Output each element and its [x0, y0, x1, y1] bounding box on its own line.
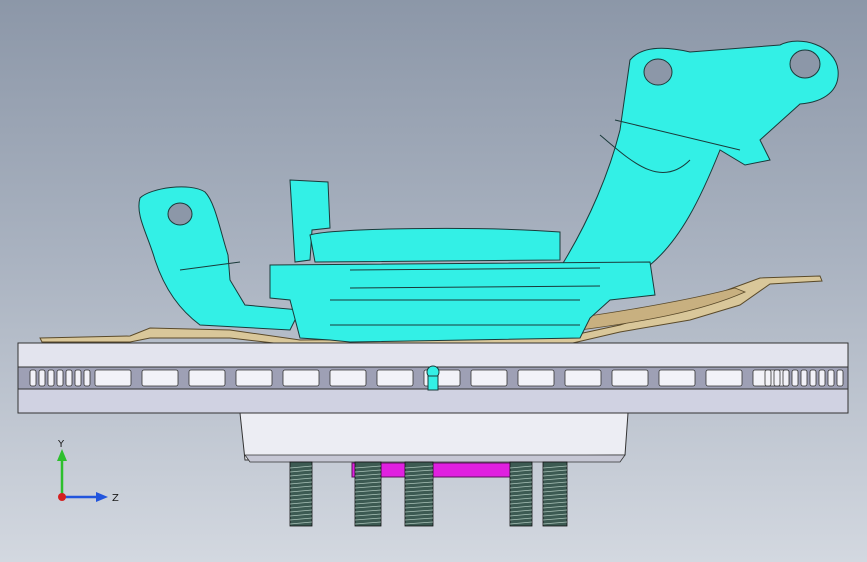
- rotor-vane: [376, 369, 414, 387]
- rotor-vane: [809, 369, 817, 387]
- rotor-vane: [800, 369, 808, 387]
- rotor-vane: [782, 369, 790, 387]
- rotor-vane: [791, 369, 799, 387]
- rotor-vane: [282, 369, 320, 387]
- rotor-vane: [65, 369, 73, 387]
- y-axis-arrow-icon: [57, 449, 67, 461]
- rotor-vane: [141, 369, 179, 387]
- rotor-vane: [517, 369, 555, 387]
- rotor-vane: [818, 369, 826, 387]
- rotor-vane: [836, 369, 844, 387]
- rotor-vane: [658, 369, 696, 387]
- rotor-vane: [773, 369, 781, 387]
- rotor-vane: [74, 369, 82, 387]
- rotor-vane: [564, 369, 602, 387]
- rotor-vane: [83, 369, 91, 387]
- brake-knuckle-assembly-model[interactable]: [0, 0, 867, 562]
- rotor-vane: [56, 369, 64, 387]
- rotor-vane: [235, 369, 273, 387]
- rotor-vane: [827, 369, 835, 387]
- z-axis-arrow-icon: [96, 492, 108, 502]
- cad-graphics-viewport[interactable]: Y Z: [0, 0, 867, 562]
- wheel-stud[interactable]: [542, 461, 568, 527]
- rotor-vane: [705, 369, 743, 387]
- x-axis-origin-icon: [58, 493, 66, 501]
- rotor-vane: [188, 369, 226, 387]
- wheel-stud[interactable]: [354, 461, 382, 527]
- rotor-vane: [764, 369, 772, 387]
- rotor-vane: [47, 369, 55, 387]
- wheel-studs[interactable]: [289, 461, 568, 527]
- rotor-vane: [611, 369, 649, 387]
- rotor-vane: [29, 369, 37, 387]
- rotor-vane: [329, 369, 367, 387]
- rotor-vane: [38, 369, 46, 387]
- wheel-hub[interactable]: [239, 412, 629, 463]
- rotor-vane: [94, 369, 132, 387]
- orientation-triad[interactable]: Y Z: [40, 435, 130, 515]
- wheel-stud[interactable]: [404, 461, 434, 527]
- z-axis-label: Z: [112, 493, 119, 504]
- knuckle-sensor-boss: [426, 365, 440, 391]
- wheel-stud[interactable]: [289, 461, 313, 527]
- y-axis-label: Y: [57, 439, 65, 450]
- wheel-stud[interactable]: [509, 461, 533, 527]
- rotor-vane: [470, 369, 508, 387]
